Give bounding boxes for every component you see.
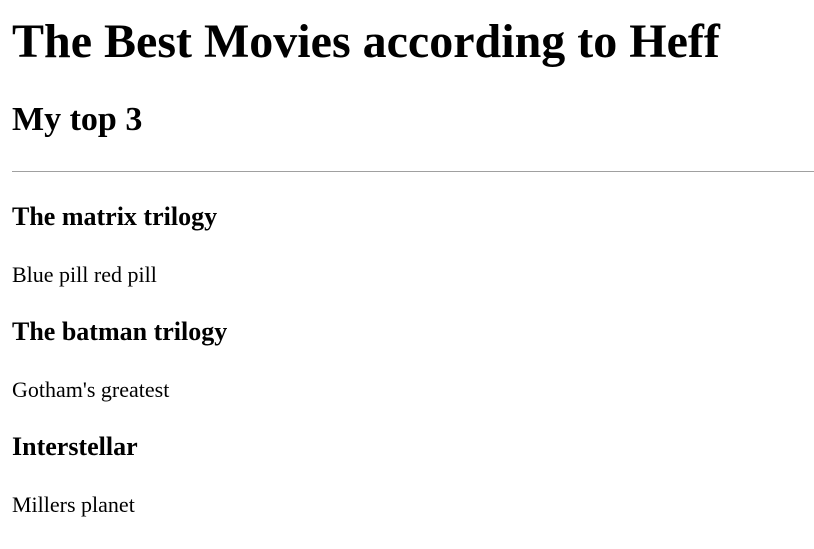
movie-description: Millers planet (12, 492, 135, 517)
page-title: The Best Movies according to Heff (12, 15, 720, 68)
movie-description: Blue pill red pill (12, 262, 157, 287)
page: The Best Movies according to Heff My top… (0, 0, 814, 549)
page-subtitle: My top 3 (12, 101, 143, 138)
movie-description: Gotham's greatest (12, 377, 170, 402)
movie-title: Interstellar (12, 432, 138, 461)
divider (12, 171, 814, 172)
movie-title: The batman trilogy (12, 317, 228, 346)
movie-title: The matrix trilogy (12, 202, 218, 231)
